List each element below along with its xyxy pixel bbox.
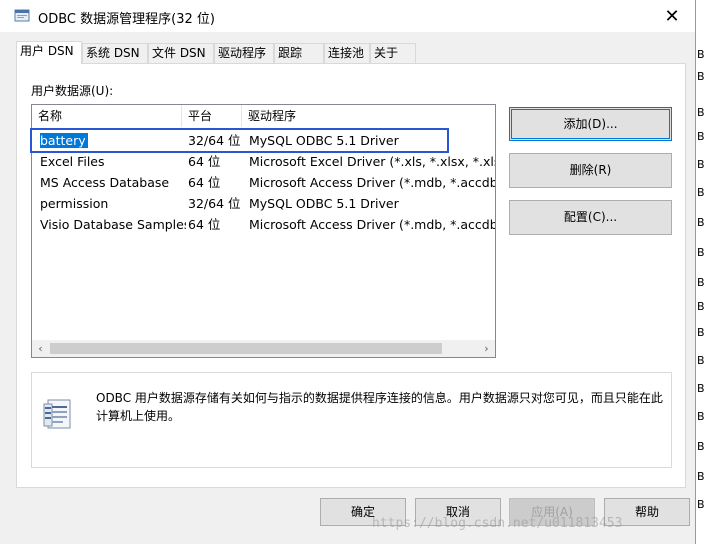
dsn-name: Excel Files bbox=[40, 154, 105, 169]
window-title: ODBC 数据源管理程序(32 位) bbox=[38, 12, 215, 27]
horizontal-scrollbar[interactable]: ‹ › bbox=[32, 340, 495, 357]
tab-file-dsn[interactable]: 文件 DSN bbox=[148, 43, 214, 63]
close-icon: ✕ bbox=[664, 5, 680, 27]
dsn-platform: 64 位 bbox=[188, 154, 221, 169]
tab-drivers[interactable]: 驱动程序 bbox=[214, 43, 274, 63]
user-dsn-list[interactable]: 名称 平台 驱动程序 battery 32/64 位 MySQL ODBC 5.… bbox=[30, 104, 496, 358]
list-row[interactable]: MS Access Database 64 位 Microsoft Access… bbox=[32, 172, 495, 193]
dsn-name: Visio Database Samples bbox=[40, 217, 186, 232]
list-row-selected[interactable]: battery 32/64 位 MySQL ODBC 5.1 Driver bbox=[30, 128, 495, 153]
dsn-driver: Microsoft Access Driver (*.mdb, *.accdb) bbox=[249, 175, 495, 190]
dsn-driver: MySQL ODBC 5.1 Driver bbox=[249, 196, 399, 211]
dsn-name: MS Access Database bbox=[40, 175, 170, 190]
list-row[interactable]: Visio Database Samples 64 位 Microsoft Ac… bbox=[32, 214, 495, 235]
info-box: ODBC 用户数据源存储有关如何与指示的数据提供程序连接的信息。用户数据源只对您… bbox=[31, 372, 672, 468]
dsn-platform: 64 位 bbox=[188, 175, 221, 190]
column-platform-header[interactable]: 平台 bbox=[182, 105, 242, 127]
user-dsn-caption: 用户数据源(U): bbox=[31, 84, 114, 98]
background-window-edge: BBB BBB BBB BBB BBB BB bbox=[696, 0, 705, 544]
user-dsn-panel: 用户数据源(U): 名称 平台 驱动程序 battery 32/64 位 MyS… bbox=[16, 63, 686, 488]
info-description: ODBC 用户数据源存储有关如何与指示的数据提供程序连接的信息。用户数据源只对您… bbox=[96, 391, 663, 423]
tab-tracing[interactable]: 跟踪 bbox=[274, 43, 324, 63]
column-driver-header[interactable]: 驱动程序 bbox=[242, 105, 495, 127]
apply-button[interactable]: 应用(A) bbox=[509, 498, 595, 526]
dsn-name: battery bbox=[40, 133, 88, 148]
title-bar: ODBC 数据源管理程序(32 位) ✕ bbox=[0, 0, 695, 32]
configure-button[interactable]: 配置(C)... bbox=[509, 200, 672, 235]
scrollbar-thumb[interactable] bbox=[50, 343, 442, 354]
dsn-platform: 32/64 位 bbox=[188, 133, 241, 148]
database-document-icon bbox=[43, 399, 71, 429]
list-row[interactable]: permission 32/64 位 MySQL ODBC 5.1 Driver bbox=[32, 193, 495, 214]
list-header: 名称 平台 驱动程序 bbox=[32, 105, 495, 127]
cancel-button[interactable]: 取消 bbox=[415, 498, 501, 526]
tab-system-dsn[interactable]: 系统 DSN bbox=[82, 43, 148, 63]
ok-button[interactable]: 确定 bbox=[320, 498, 406, 526]
dsn-name: permission bbox=[40, 196, 109, 211]
tab-about[interactable]: 关于 bbox=[370, 43, 416, 63]
list-row[interactable]: Excel Files 64 位 Microsoft Excel Driver … bbox=[32, 151, 495, 172]
scroll-right-icon[interactable]: › bbox=[478, 340, 495, 357]
tab-user-dsn[interactable]: 用户 DSN bbox=[16, 41, 82, 64]
odbc-app-icon bbox=[14, 9, 30, 22]
help-button[interactable]: 帮助 bbox=[604, 498, 690, 526]
odbc-dialog: ODBC 数据源管理程序(32 位) ✕ 用户 DSN 系统 DSN 文件 DS… bbox=[0, 0, 696, 544]
dsn-driver: MySQL ODBC 5.1 Driver bbox=[249, 133, 399, 148]
dsn-platform: 64 位 bbox=[188, 217, 221, 232]
add-button[interactable]: 添加(D)... bbox=[509, 107, 672, 141]
remove-button[interactable]: 删除(R) bbox=[509, 153, 672, 188]
column-name-header[interactable]: 名称 bbox=[32, 105, 182, 127]
dsn-driver: Microsoft Excel Driver (*.xls, *.xlsx, *… bbox=[249, 154, 495, 169]
tab-connection-pooling[interactable]: 连接池 bbox=[324, 43, 370, 63]
close-button[interactable]: ✕ bbox=[649, 0, 695, 32]
dsn-platform: 32/64 位 bbox=[188, 196, 241, 211]
dsn-driver: Microsoft Access Driver (*.mdb, *.accdb) bbox=[249, 217, 495, 232]
scroll-left-icon[interactable]: ‹ bbox=[32, 340, 49, 357]
